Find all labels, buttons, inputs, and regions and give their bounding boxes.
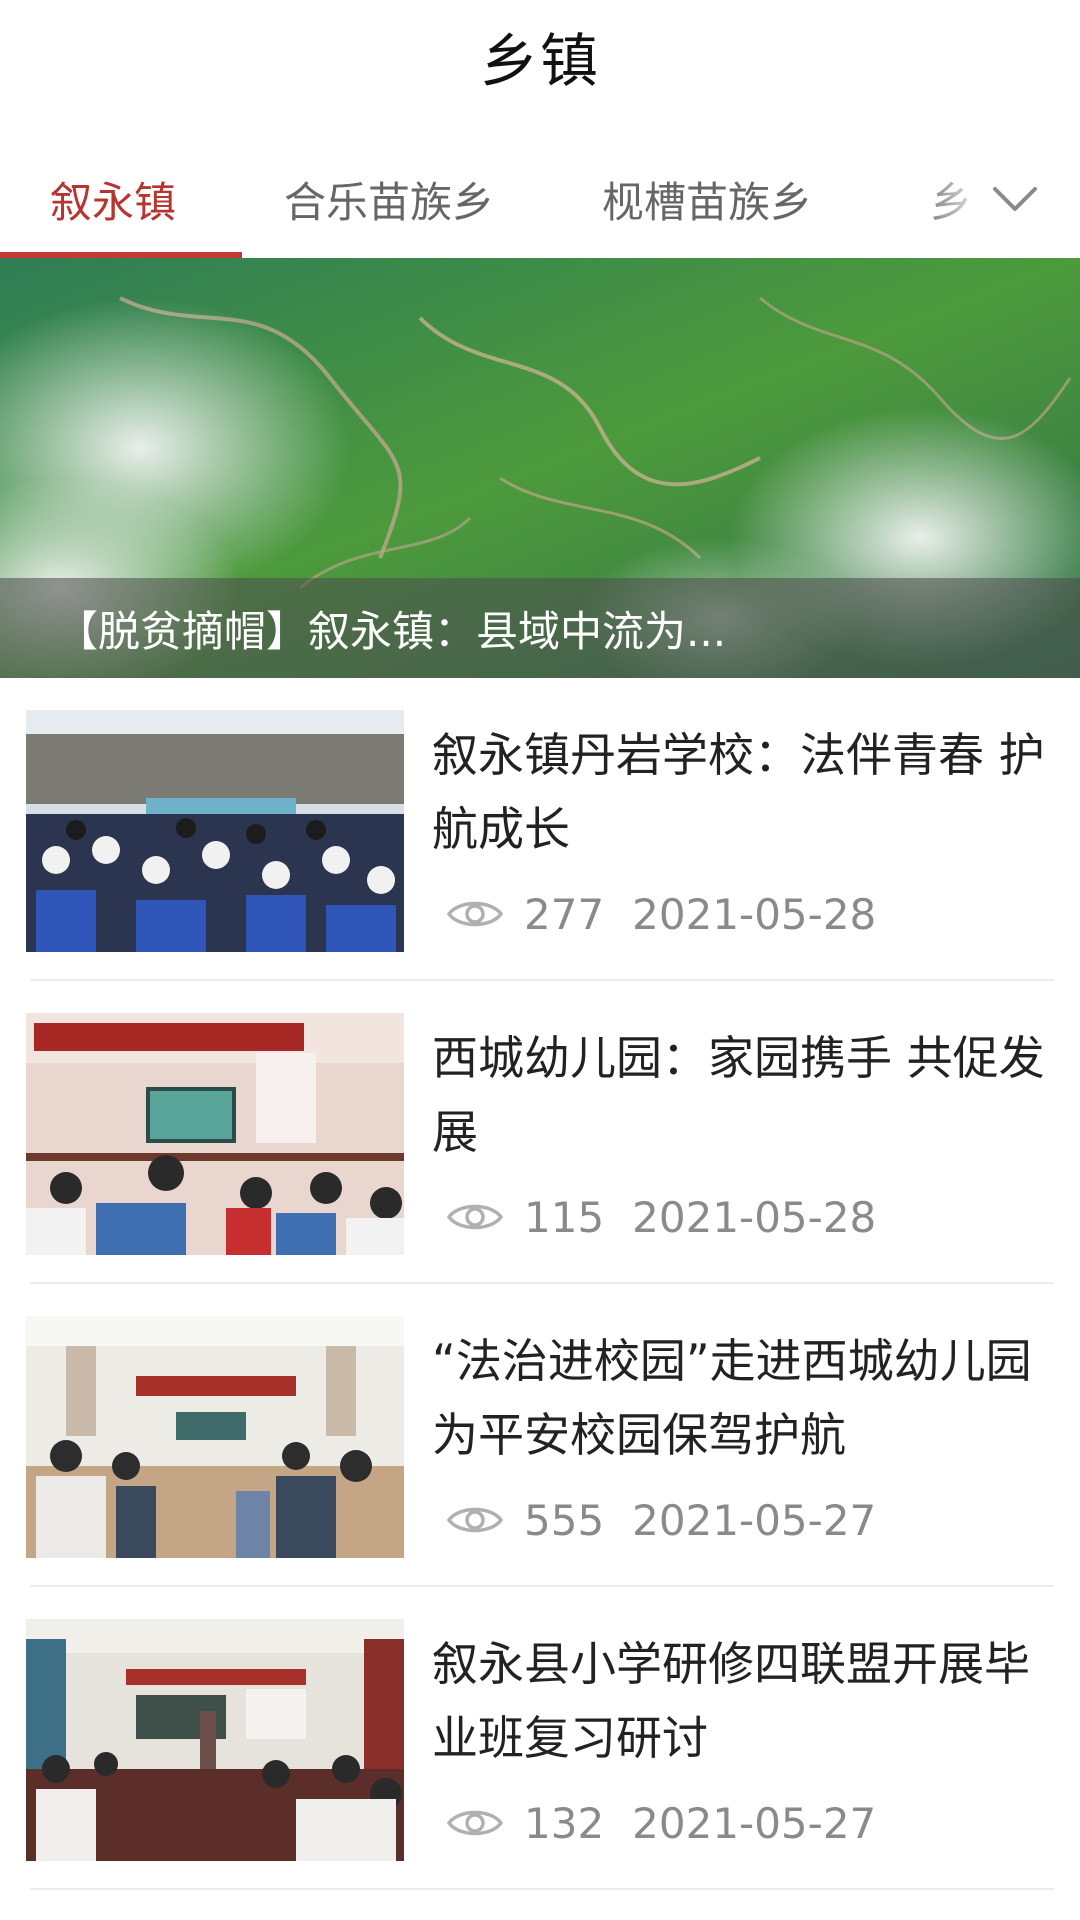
list-item[interactable]: 叙永县小学研修四联盟开展毕业班复习研讨 132 2021-05-27 — [0, 1587, 1080, 1890]
article-thumbnail — [26, 710, 404, 952]
article-thumbnail — [26, 1316, 404, 1558]
view-count: 132 — [524, 1798, 605, 1848]
article-meta: 277 2021-05-28 — [446, 884, 876, 944]
eye-icon — [446, 1507, 504, 1533]
article-list: 叙永镇丹岩学校：法伴青春 护航成长 277 2021-05-28 西城幼儿园：家… — [0, 678, 1080, 1890]
hero-banner[interactable]: 【脱贫摘帽】叙永镇：县域中流为... — [0, 258, 1080, 678]
publish-date: 2021-05-28 — [632, 889, 877, 939]
article-meta: 555 2021-05-27 — [446, 1490, 876, 1550]
view-count: 277 — [524, 889, 605, 939]
list-item[interactable]: 西城幼儿园：家园携手 共促发展 115 2021-05-28 — [0, 981, 1080, 1284]
eye-icon — [446, 901, 504, 927]
hero-caption-bar: 【脱贫摘帽】叙永镇：县域中流为... — [0, 578, 1080, 678]
tab-hele-miao-township[interactable]: 合乐苗族乡 — [284, 140, 494, 258]
tab-jiancao-miao-township[interactable]: 枧槽苗族乡 — [602, 140, 812, 258]
publish-date: 2021-05-27 — [632, 1798, 877, 1848]
page-title: 乡镇 — [479, 27, 600, 95]
eye-icon — [446, 1204, 504, 1230]
top-bar: 乡镇 — [0, 0, 1080, 112]
view-count: 555 — [524, 1495, 605, 1545]
article-title: 西城幼儿园：家园携手 共促发展 — [432, 1031, 1045, 1159]
article-meta: 115 2021-05-28 — [446, 1187, 876, 1247]
view-count: 115 — [524, 1192, 605, 1242]
list-item[interactable]: 叙永镇丹岩学校：法伴青春 护航成长 277 2021-05-28 — [0, 678, 1080, 981]
eye-icon — [446, 1810, 504, 1836]
list-item[interactable]: “法治进校园”走进西城幼儿园 为平安校园保驾护航 555 2021-05-27 — [0, 1284, 1080, 1587]
article-title: 叙永镇丹岩学校：法伴青春 护航成长 — [432, 728, 1045, 856]
tab-xuyong-town[interactable]: 叙永镇 — [50, 140, 176, 258]
article-meta: 132 2021-05-27 — [446, 1793, 876, 1853]
chevron-down-icon[interactable] — [992, 176, 1038, 222]
category-tabs: 叙永镇 合乐苗族乡 枧槽苗族乡 乡 — [0, 140, 1080, 258]
hero-caption: 【脱贫摘帽】叙永镇：县域中流为... — [56, 606, 727, 656]
article-title: “法治进校园”走进西城幼儿园 为平安校园保驾护航 — [432, 1334, 1032, 1462]
article-thumbnail — [26, 1619, 404, 1861]
publish-date: 2021-05-28 — [632, 1192, 877, 1242]
divider — [30, 1888, 1054, 1890]
article-title: 叙永县小学研修四联盟开展毕业班复习研讨 — [432, 1637, 1030, 1765]
publish-date: 2021-05-27 — [632, 1495, 877, 1545]
article-thumbnail — [26, 1013, 404, 1255]
